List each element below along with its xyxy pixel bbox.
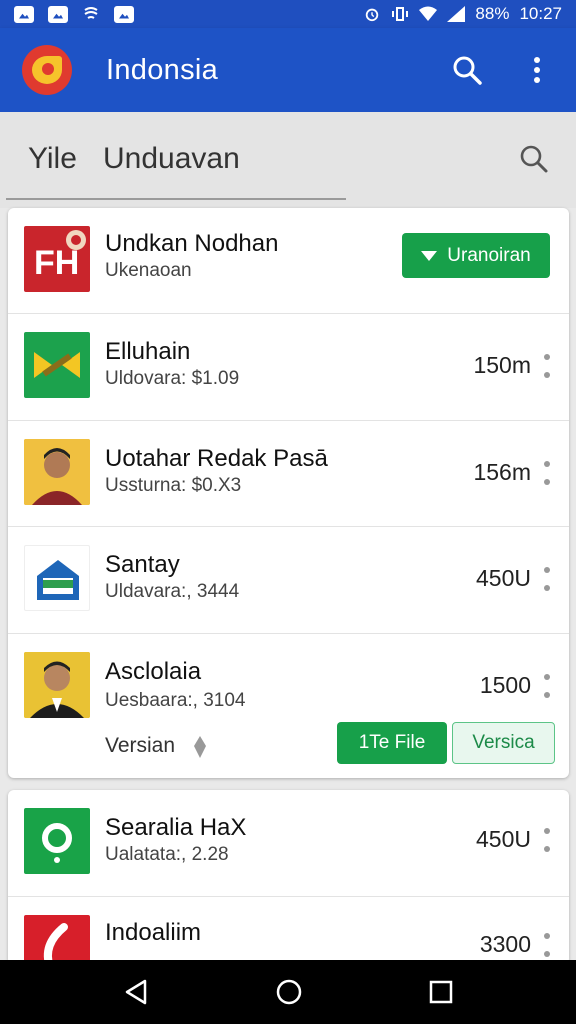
clock: 10:27 bbox=[519, 4, 562, 23]
app-subtitle: Ukenaoan bbox=[105, 260, 192, 281]
more-vert-icon[interactable] bbox=[543, 933, 551, 957]
back-icon[interactable] bbox=[123, 978, 149, 1006]
sync-notification-icon bbox=[84, 7, 98, 19]
version-button-label: Versica bbox=[472, 732, 535, 753]
app-size: 150m bbox=[473, 352, 531, 378]
caret-down-icon bbox=[421, 250, 438, 261]
version-label: Versian bbox=[105, 734, 176, 757]
overflow-menu-button[interactable] bbox=[520, 53, 554, 87]
list-item[interactable]: Indoaliim 3300 bbox=[8, 897, 569, 981]
app-subtitle: Uesbaara:, 3104 bbox=[105, 690, 246, 711]
battery-percent: 88% bbox=[475, 4, 510, 23]
app-subtitle: Uldovara: $1.09 bbox=[105, 368, 240, 389]
fh-app-icon: FH bbox=[24, 226, 90, 292]
green-app-icon bbox=[24, 808, 90, 874]
file-button-label: 1Te File bbox=[358, 732, 426, 753]
app-subtitle: Uldavara:, 3444 bbox=[105, 581, 240, 602]
app-size: 3300 bbox=[479, 931, 531, 957]
app-list-card-2: Searalia HaX Ualatata:, 2.28 450U Indoal… bbox=[8, 790, 569, 981]
gallery-notification-icon bbox=[48, 5, 68, 23]
tab-yile[interactable]: Yile bbox=[28, 142, 77, 176]
app-title: Indonsia bbox=[106, 53, 219, 86]
list-item[interactable]: Searalia HaX Ualatata:, 2.28 450U bbox=[8, 790, 569, 897]
version-button[interactable]: Versica bbox=[452, 722, 555, 764]
wifi-icon bbox=[419, 6, 438, 21]
recents-icon[interactable] bbox=[429, 980, 453, 1004]
status-bar: 88% 10:27 bbox=[0, 0, 576, 28]
app-name: Searalia HaX bbox=[105, 814, 247, 841]
download-button[interactable]: Uranoiran bbox=[402, 233, 550, 278]
alarm-icon bbox=[366, 8, 379, 22]
app-list-card: FH Undkan Nodhan Ukenaoan Uranoiran Ellu… bbox=[8, 208, 569, 778]
house-app-icon bbox=[24, 545, 90, 611]
app-subtitle: Ussturna: $0.X3 bbox=[105, 475, 242, 496]
tab-unduavan[interactable]: Unduavan bbox=[103, 142, 240, 176]
tab-row: Yile Unduavan bbox=[0, 112, 576, 208]
more-vert-icon[interactable] bbox=[543, 674, 551, 698]
app-subtitle: Ualatata:, 2.28 bbox=[105, 844, 229, 865]
person-avatar bbox=[24, 439, 90, 505]
mic-icon[interactable] bbox=[191, 734, 209, 760]
app-name: Indoaliim bbox=[105, 919, 202, 946]
app-logo bbox=[22, 45, 72, 95]
app-size: 1500 bbox=[479, 672, 531, 698]
app-name: Asclolaia bbox=[105, 658, 202, 685]
mail-notification-icon bbox=[114, 5, 134, 23]
signal-icon bbox=[447, 6, 466, 22]
svg-text:FH: FH bbox=[34, 244, 79, 282]
more-vert-icon[interactable] bbox=[543, 461, 551, 485]
x-app-icon bbox=[24, 332, 90, 398]
app-name: Undkan Nodhan bbox=[105, 230, 279, 257]
app-size: 450U bbox=[476, 826, 531, 852]
image-notification-icon bbox=[14, 5, 34, 23]
more-vert-icon[interactable] bbox=[543, 567, 551, 591]
app-name: Elluhain bbox=[105, 338, 191, 365]
more-vert-icon bbox=[534, 57, 540, 83]
list-item[interactable]: Elluhain Uldovara: $1.09 150m bbox=[8, 314, 569, 421]
tab-indicator bbox=[6, 198, 346, 200]
search-icon[interactable] bbox=[519, 144, 549, 174]
more-vert-icon[interactable] bbox=[543, 828, 551, 852]
file-button[interactable]: 1Te File bbox=[337, 722, 447, 764]
list-item[interactable]: Santay Uldavara:, 3444 450U bbox=[8, 527, 569, 634]
list-item[interactable]: FH Undkan Nodhan Ukenaoan Uranoiran bbox=[8, 208, 569, 314]
app-name: Santay bbox=[105, 551, 180, 578]
more-vert-icon[interactable] bbox=[543, 354, 551, 378]
home-icon[interactable] bbox=[275, 978, 303, 1006]
vibrate-icon bbox=[392, 7, 409, 21]
app-bar: Indonsia bbox=[0, 28, 576, 112]
list-item[interactable]: Uotahar Redak Pasā Ussturna: $0.X3 156m bbox=[8, 421, 569, 527]
list-item-expanded[interactable]: Asclolaia Uesbaara:, 3104 1500 Versian 1… bbox=[8, 634, 569, 778]
download-button-label: Uranoiran bbox=[447, 244, 531, 266]
app-size: 450U bbox=[476, 565, 531, 591]
app-size: 156m bbox=[473, 459, 531, 485]
system-nav-bar bbox=[0, 960, 576, 1024]
person-avatar-2 bbox=[24, 652, 90, 718]
search-icon bbox=[453, 56, 482, 85]
search-button[interactable] bbox=[450, 53, 484, 87]
app-name: Uotahar Redak Pasā bbox=[105, 445, 328, 472]
